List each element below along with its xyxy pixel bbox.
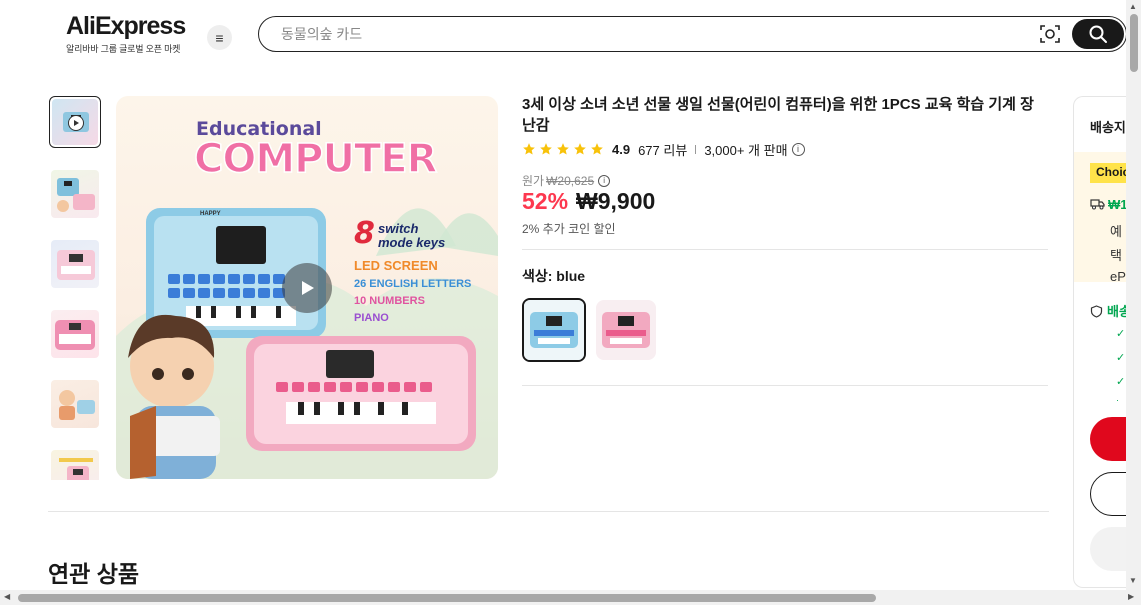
brand-bottom: COMPUTER	[193, 135, 438, 183]
original-price: ₩20,625	[546, 173, 595, 188]
info-icon[interactable]: i	[791, 142, 805, 156]
play-icon	[302, 281, 314, 295]
scroll-right-arrow-icon[interactable]: ▶	[1128, 592, 1134, 601]
device-label: HAPPY	[200, 211, 221, 217]
search-icon	[1089, 25, 1107, 43]
thumbnail-item[interactable]	[49, 308, 101, 360]
ship-to-title: 배송지	[1090, 120, 1126, 135]
feature-piano: PIANO	[354, 312, 389, 324]
feature-led: LED SCREEN	[354, 258, 438, 273]
original-price-label: 원가	[522, 174, 545, 188]
thumbnail-image	[57, 178, 95, 212]
video-play-button[interactable]	[282, 263, 332, 313]
image-search-button[interactable]	[1039, 24, 1061, 44]
thumbnail-image	[59, 390, 95, 420]
rating-row: 4.9 677 리뷰 3,000+ 개 판매 i	[522, 140, 805, 158]
scroll-up-arrow-icon[interactable]: ▲	[1129, 2, 1137, 11]
star-icon	[591, 143, 603, 155]
scroll-down-arrow-icon[interactable]: ▼	[1129, 576, 1137, 585]
feature-mode: mode keys	[378, 235, 446, 250]
shield-icon	[1090, 305, 1103, 318]
thumbnail-item[interactable]	[49, 378, 101, 430]
coin-discount: 2% 추가 코인 할인	[522, 222, 616, 236]
thumbnail-item[interactable]	[49, 168, 101, 220]
aliexpress-logo[interactable]: AliExpress 알리바바 그룹 글로벌 오픈 마켓	[66, 12, 186, 55]
video-play-icon	[68, 115, 84, 131]
star-icon	[557, 143, 569, 155]
feature-numbers: 10 NUMBERS	[354, 295, 425, 307]
hamburger-icon: ≡	[215, 29, 224, 46]
thumbnail-image	[57, 250, 95, 280]
page: AliExpress 알리바바 그룹 글로벌 오픈 마켓 ≡ 동물의숲 카드 E…	[0, 0, 1141, 605]
menu-button[interactable]: ≡	[207, 25, 232, 50]
check-icon: ·	[1116, 395, 1119, 405]
vertical-scroll-thumb[interactable]	[1130, 14, 1138, 72]
thumbnail-image	[55, 320, 95, 350]
original-price-row: 원가 ₩20,625 i	[522, 172, 611, 189]
thumbnail-image	[59, 458, 93, 480]
delivery-line: eP	[1110, 269, 1126, 284]
check-icon: ✓	[1116, 376, 1126, 388]
divider	[522, 249, 1048, 250]
star-rating	[522, 142, 604, 156]
feature-number: 8	[354, 216, 375, 251]
check-icon: ✓	[1116, 328, 1126, 340]
info-icon[interactable]: i	[598, 174, 611, 187]
thumbnail-list	[48, 96, 102, 480]
color-option-blue[interactable]	[522, 298, 586, 362]
thumbnail-item[interactable]	[49, 238, 101, 290]
delivery-line: 택	[1110, 248, 1122, 263]
star-icon	[523, 143, 535, 155]
search-button[interactable]	[1072, 19, 1124, 49]
logo-text: AliExpress	[66, 12, 186, 40]
purchase-panel: 배송지 Choice ₩1 예 택 eP 배송 ✓ ✓ ✓ ·	[1073, 96, 1133, 588]
feature-switch: switch	[378, 221, 419, 236]
scroll-left-arrow-icon[interactable]: ◀	[4, 592, 10, 601]
sold-count: 3,000+ 개 판매	[704, 142, 788, 158]
color-label: 색상: blue	[522, 268, 586, 284]
shipping-price: ₩1	[1108, 197, 1128, 212]
search-input[interactable]	[281, 23, 981, 45]
delivery-line: 예	[1110, 224, 1122, 239]
divider	[695, 144, 697, 154]
check-icon: ✓	[1116, 352, 1126, 364]
feature-letters: 26 ENGLISH LETTERS	[354, 278, 472, 290]
price-row: 52% ₩9,900	[522, 188, 655, 215]
truck-icon	[1090, 199, 1105, 210]
shipping-price-row: ₩1	[1090, 197, 1128, 212]
logo-subtitle: 알리바바 그룹 글로벌 오픈 마켓	[66, 44, 181, 54]
camera-scan-icon	[1040, 25, 1060, 43]
star-icon	[574, 143, 586, 155]
divider	[48, 511, 1049, 512]
review-count-link[interactable]: 677 리뷰	[638, 140, 687, 159]
color-option-pink[interactable]	[596, 300, 656, 360]
thumbnail-item[interactable]	[49, 96, 101, 148]
delivery-guarantee-row: 배송	[1090, 301, 1131, 320]
swatch-image	[524, 300, 584, 360]
related-products-title: 연관 상품	[48, 561, 140, 587]
divider	[522, 385, 1048, 386]
horizontal-scroll-thumb[interactable]	[18, 594, 876, 602]
rating-value: 4.9	[612, 141, 631, 157]
star-icon	[540, 143, 552, 155]
horizontal-scrollbar[interactable]: ◀ ▶	[0, 590, 1141, 605]
swatch-image	[596, 300, 656, 360]
search-bar	[258, 16, 1127, 52]
discount-percent: 52%	[522, 188, 569, 214]
product-title: 3세 이상 소녀 소년 선물 생일 선물(어린이 컴퓨터)을 위한 1PCS 교…	[522, 96, 1034, 134]
current-price: ₩9,900	[576, 188, 656, 214]
vertical-scrollbar[interactable]: ▲ ▼	[1126, 0, 1141, 590]
thumbnail-item[interactable]	[49, 448, 101, 480]
